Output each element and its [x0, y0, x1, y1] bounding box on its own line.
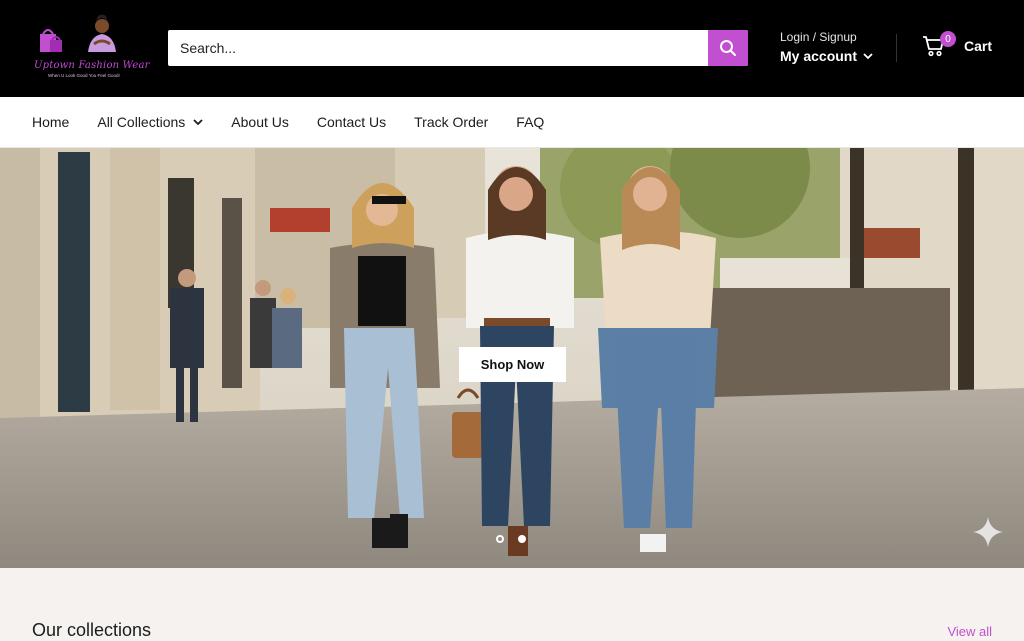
- account-menu[interactable]: Login / Signup My account: [780, 30, 873, 64]
- nav-item-about-us[interactable]: About Us: [231, 114, 289, 130]
- logo-graphic: [40, 14, 116, 52]
- nav-item-faq[interactable]: FAQ: [516, 114, 544, 130]
- nav-item-all-collections[interactable]: All Collections: [97, 114, 203, 130]
- my-account-toggle[interactable]: My account: [780, 48, 873, 64]
- my-account-label: My account: [780, 48, 858, 64]
- search-bar: [168, 30, 748, 66]
- login-signup-link[interactable]: Login / Signup: [780, 30, 873, 44]
- shop-now-button[interactable]: Shop Now: [459, 347, 566, 382]
- view-all-link[interactable]: View all: [947, 624, 992, 639]
- nav-item-label: Home: [32, 114, 70, 130]
- main-navigation: Home All Collections About Us Contact Us…: [0, 97, 1024, 148]
- logo-tagline: When U Look Good You Feel Good!: [48, 73, 120, 78]
- chevron-down-icon: [863, 53, 873, 60]
- search-button[interactable]: [708, 30, 748, 66]
- chevron-down-icon: [193, 119, 203, 126]
- logo-wordmark: Uptown Fashion Wear: [34, 60, 150, 71]
- cart-count-badge: 0: [940, 31, 956, 47]
- hero-slideshow: Shop Now: [0, 148, 1024, 568]
- nav-item-label: All Collections: [97, 114, 186, 130]
- nav-item-label: Track Order: [414, 114, 489, 130]
- sparkle-icon: [973, 517, 1003, 547]
- nav-item-track-order[interactable]: Track Order: [414, 114, 488, 130]
- cart-icon-wrap: 0: [922, 31, 956, 58]
- slideshow-pagination: [496, 535, 526, 543]
- cart-link[interactable]: 0 Cart: [922, 31, 993, 58]
- cart-label: Cart: [964, 38, 993, 54]
- nav-item-label: Contact Us: [316, 114, 387, 130]
- nav-item-home[interactable]: Home: [32, 114, 69, 130]
- site-header: Uptown Fashion Wear When U Look Good You…: [0, 0, 1024, 97]
- search-input[interactable]: [168, 30, 708, 66]
- collections-section: Our collections View all: [0, 568, 1024, 640]
- search-icon: [720, 40, 736, 56]
- section-title: Our collections: [32, 620, 152, 640]
- nav-item-label: About Us: [231, 114, 289, 130]
- slide-dot-2[interactable]: [518, 535, 526, 543]
- slide-dot-1[interactable]: [496, 535, 504, 543]
- site-logo[interactable]: Uptown Fashion Wear When U Look Good You…: [30, 14, 149, 82]
- header-divider: [896, 34, 897, 62]
- nav-item-label: FAQ: [516, 114, 545, 130]
- nav-item-contact-us[interactable]: Contact Us: [317, 114, 386, 130]
